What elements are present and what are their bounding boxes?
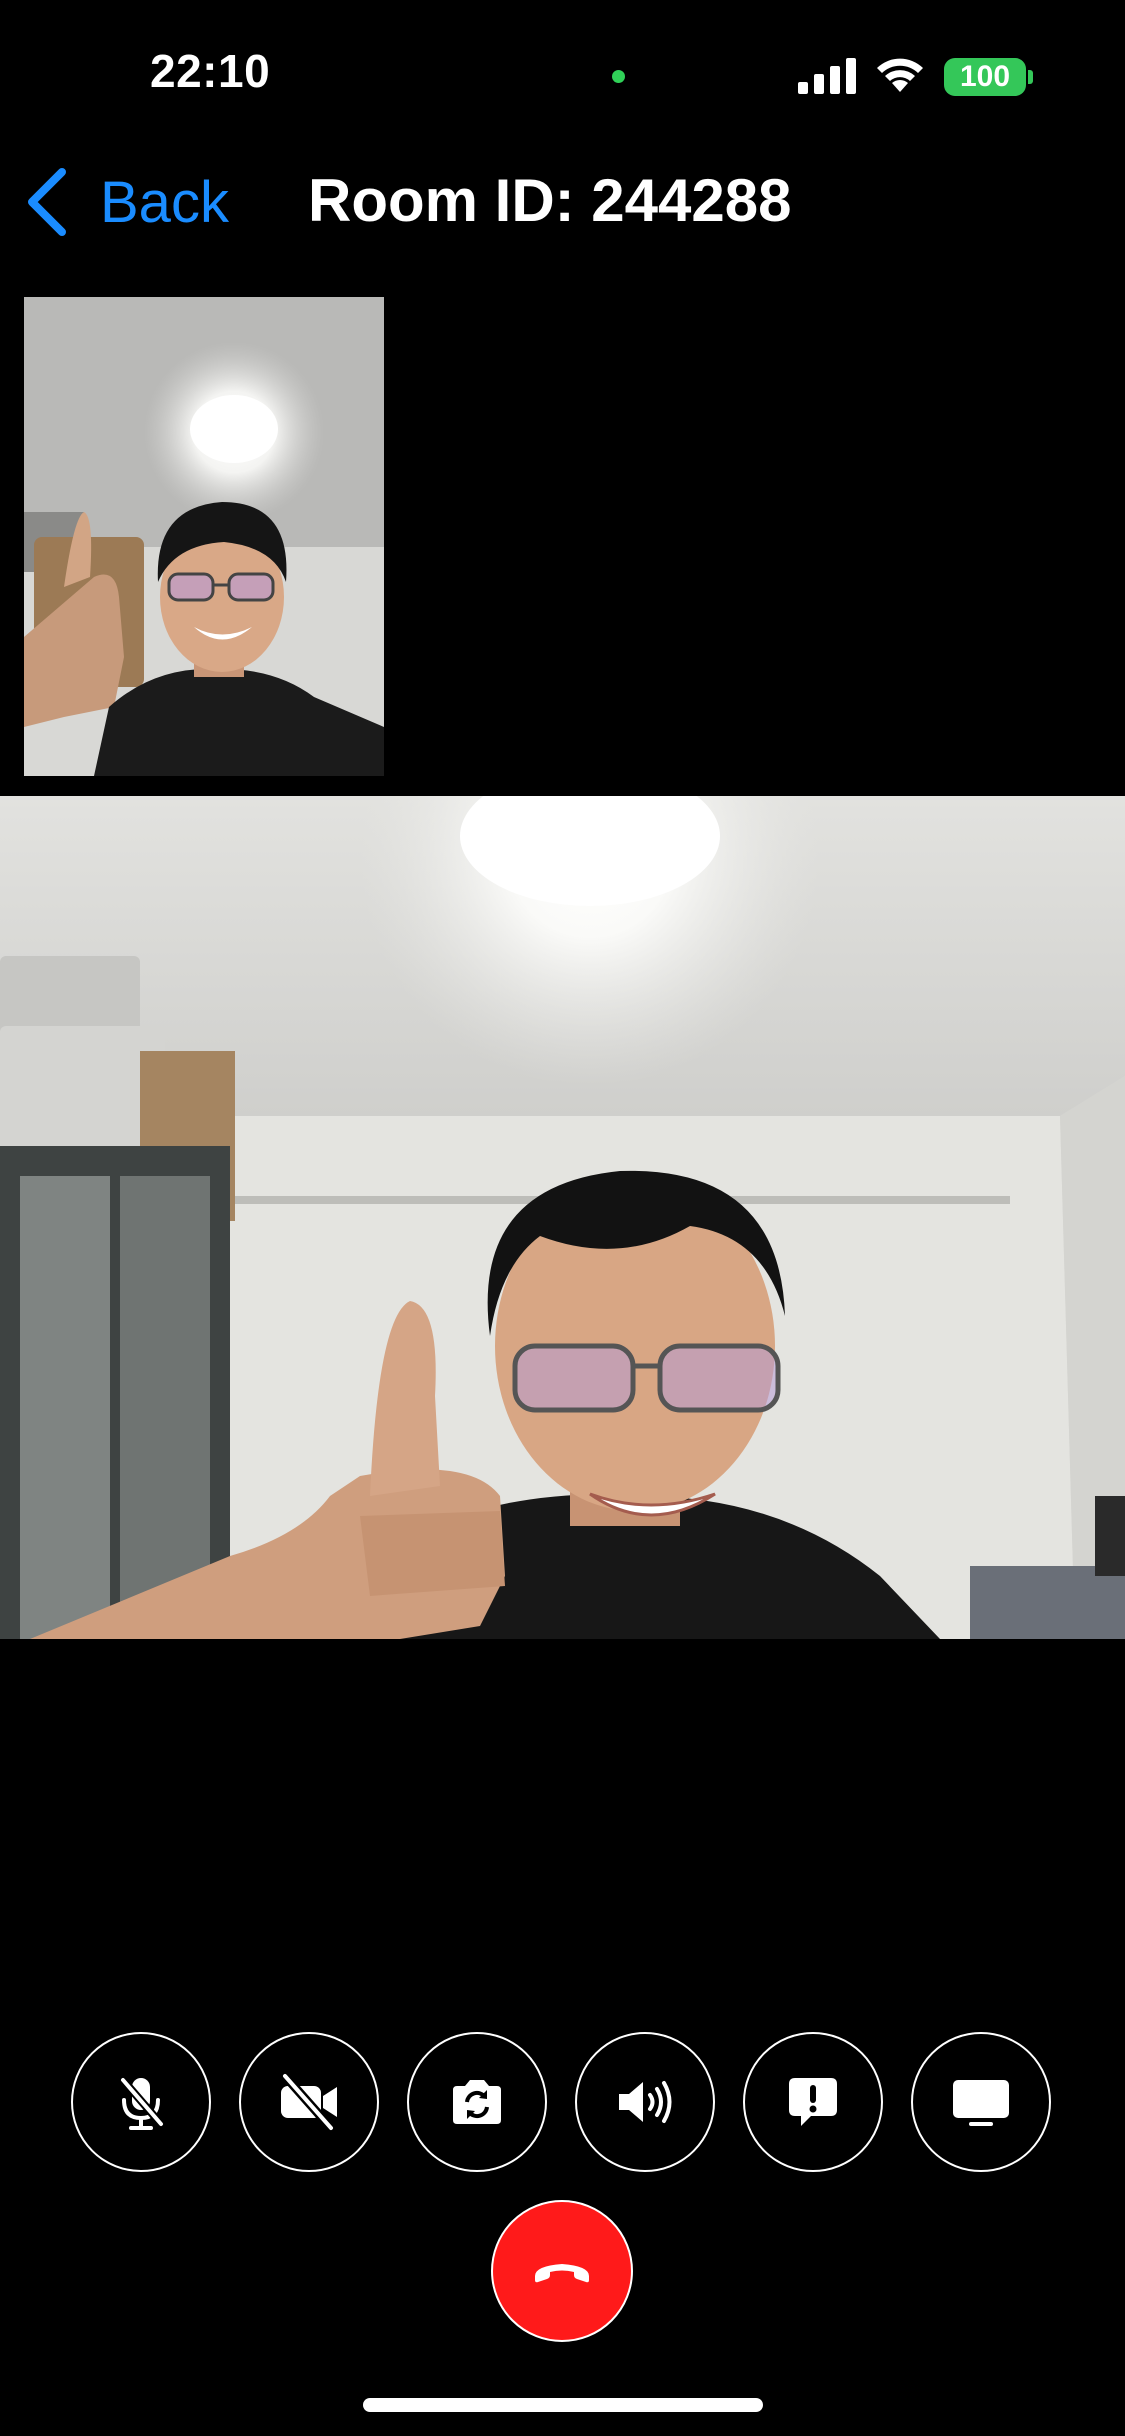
home-indicator [363,2398,763,2412]
exclamation-bubble-icon [789,2078,837,2126]
page-title: Room ID: 244288 [308,167,792,234]
status-bar: 22:10 100 [0,0,1125,150]
speaker-button[interactable] [575,2032,715,2172]
camera-off-button[interactable] [239,2032,379,2172]
video-off-icon [280,2071,337,2133]
phone-hangup-icon [535,2264,589,2283]
privacy-indicator-dot [612,70,625,83]
chevron-left-icon [28,168,66,236]
call-controls [0,2032,1125,2176]
remote-camera-feed [0,796,1125,1639]
remote-video-view[interactable] [0,796,1125,1639]
screen-share-button[interactable] [911,2032,1051,2172]
local-camera-feed [24,297,384,776]
local-video-preview[interactable] [24,297,384,776]
wifi-icon [877,58,923,92]
back-label: Back [100,169,229,235]
end-call-button[interactable] [491,2200,633,2342]
back-button[interactable]: Back [24,162,229,242]
report-button[interactable] [743,2032,883,2172]
status-time: 22:10 [150,45,271,97]
battery-level: 100 [959,60,1011,93]
battery-nub [1028,70,1033,84]
speaker-icon [619,2081,672,2123]
camera-switch-icon [453,2080,501,2124]
mute-mic-button[interactable] [71,2032,211,2172]
signal-icon [798,58,856,94]
battery-icon: 100 [944,58,1026,96]
mic-off-icon [119,2076,165,2130]
switch-camera-button[interactable] [407,2032,547,2172]
display-icon [953,2080,1009,2126]
